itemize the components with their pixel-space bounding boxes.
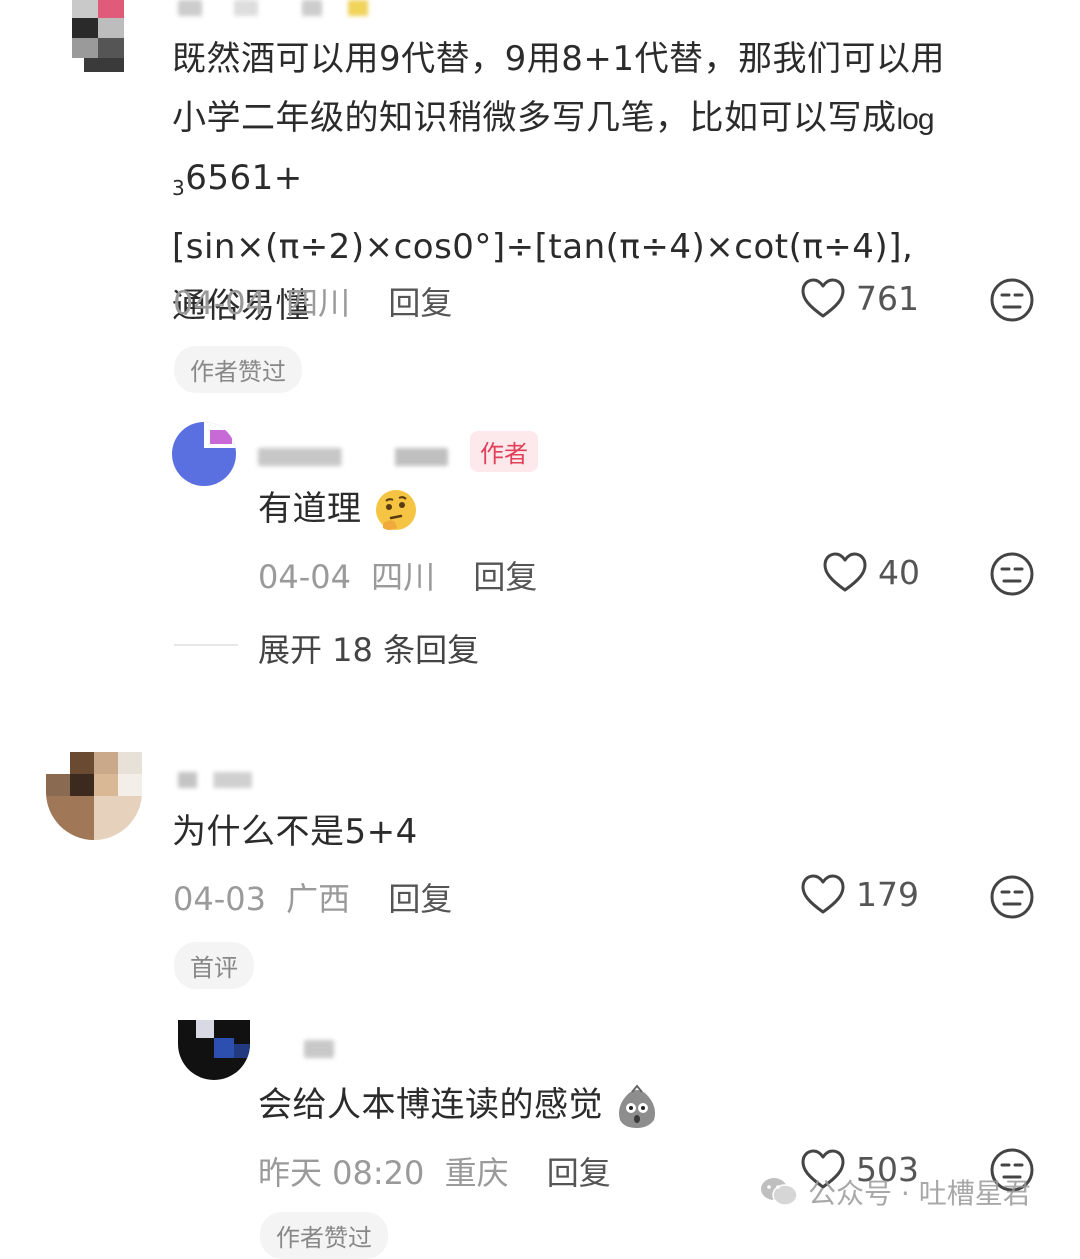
dislike-icon[interactable] xyxy=(990,278,1034,322)
avatar[interactable] xyxy=(46,752,142,840)
wechat-icon xyxy=(761,1178,798,1206)
reply-text: 会给人本博连读的感觉 xyxy=(258,1076,660,1135)
author-liked-tag: 作者赞过 xyxy=(174,346,302,393)
author-liked-tag: 作者赞过 xyxy=(260,1212,388,1259)
location: 重庆 xyxy=(444,1154,509,1192)
comment-meta: 04-04 四川 回复 xyxy=(173,278,452,324)
date: 04-04 xyxy=(258,558,351,596)
avatar[interactable] xyxy=(60,0,144,76)
like-count: 179 xyxy=(856,874,919,914)
reply-meta: 04-04 四川 回复 xyxy=(258,552,537,598)
reply-button[interactable]: 回复 xyxy=(388,284,452,322)
like-count: 761 xyxy=(856,278,919,318)
avatar[interactable] xyxy=(178,1020,250,1080)
comment-text: 为什么不是5+4 xyxy=(172,812,418,852)
dislike-icon[interactable] xyxy=(990,552,1034,596)
reply-button[interactable]: 回复 xyxy=(547,1154,611,1192)
avatar[interactable] xyxy=(172,422,236,486)
reply-meta: 昨天 08:20 重庆 回复 xyxy=(258,1148,611,1194)
reply-button[interactable]: 回复 xyxy=(388,880,452,918)
expand-divider xyxy=(174,644,238,646)
heart-icon xyxy=(823,552,867,592)
reply-text: 有道理 xyxy=(258,480,419,539)
date: 04-04 xyxy=(173,284,266,322)
watermark: 公众号 · 吐槽星君 xyxy=(760,1172,1031,1212)
watermark-text: 公众号 · 吐槽星君 xyxy=(808,1177,1031,1210)
dislike-icon[interactable] xyxy=(990,875,1034,919)
heart-icon xyxy=(801,874,845,914)
location: 广西 xyxy=(286,880,351,918)
like-button[interactable]: 179 xyxy=(800,873,919,915)
location: 四川 xyxy=(286,284,351,322)
heart-icon xyxy=(801,278,845,318)
comment-meta: 04-03 广西 回复 xyxy=(173,874,452,920)
like-button[interactable]: 40 xyxy=(822,551,920,593)
author-name-blurred[interactable] xyxy=(178,0,378,16)
thinking-face-icon xyxy=(375,489,416,530)
first-comment-tag: 首评 xyxy=(174,942,254,989)
shocked-sack-icon xyxy=(619,1083,656,1128)
like-count: 40 xyxy=(878,552,920,592)
author-name-blurred[interactable] xyxy=(178,772,252,788)
author-name-blurred[interactable] xyxy=(258,448,448,466)
expand-replies-button[interactable]: 展开 18 条回复 xyxy=(258,625,479,671)
date: 04-03 xyxy=(173,880,266,918)
like-button[interactable]: 761 xyxy=(800,277,919,319)
location: 四川 xyxy=(371,558,436,596)
date: 昨天 08:20 xyxy=(258,1154,425,1192)
author-name-blurred[interactable] xyxy=(304,1040,334,1058)
author-badge: 作者 xyxy=(470,431,538,472)
reply-button[interactable]: 回复 xyxy=(473,558,537,596)
